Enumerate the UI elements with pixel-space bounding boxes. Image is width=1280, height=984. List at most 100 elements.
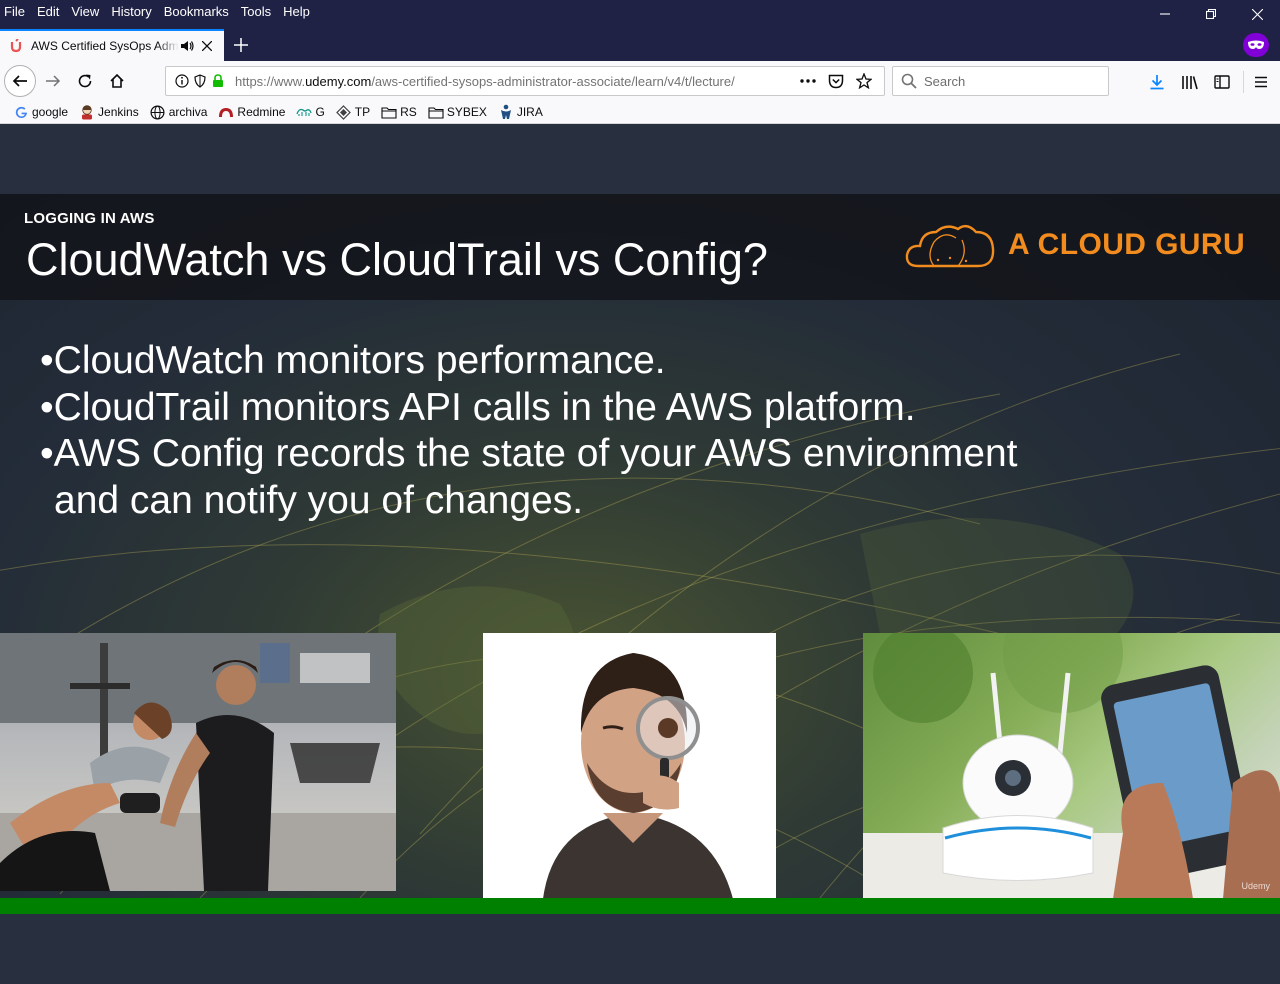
tracking-shield-icon[interactable] — [193, 74, 207, 88]
toolbar-separator — [1243, 71, 1244, 93]
bullet-config-continuation: and can notify you of changes. — [54, 478, 584, 522]
bookmark-label: RS — [400, 105, 417, 119]
slide-title: CloudWatch vs CloudTrail vs Config? — [26, 234, 768, 285]
search-icon — [901, 73, 917, 89]
bookmark-redmine[interactable]: Redmine — [218, 104, 285, 120]
arrow-right-icon — [46, 75, 61, 87]
gradle-icon — [296, 104, 313, 120]
restore-button[interactable] — [1188, 0, 1234, 28]
bookmark-sybex[interactable]: SYBEX — [428, 104, 487, 120]
magnifying-glass-man-photo — [483, 633, 776, 898]
udemy-favicon-icon — [9, 38, 25, 54]
menu-tools[interactable]: Tools — [241, 4, 271, 19]
back-button[interactable] — [4, 65, 36, 97]
home-button[interactable] — [102, 66, 132, 96]
video-player[interactable]: LOGGING IN AWS CloudWatch vs CloudTrail … — [0, 124, 1280, 984]
window-controls — [1142, 0, 1280, 28]
private-browsing-mask-icon — [1243, 33, 1269, 57]
bookmark-g[interactable]: G — [296, 104, 325, 120]
library-icon — [1182, 76, 1198, 90]
home-icon — [110, 73, 124, 88]
sidebar-icon — [1214, 75, 1230, 89]
pocket-icon[interactable] — [822, 74, 850, 89]
jira-icon — [498, 104, 514, 120]
url-domain: udemy.com — [305, 73, 372, 89]
library-button[interactable] — [1178, 70, 1202, 94]
bookmark-label: JIRA — [516, 105, 543, 119]
reload-icon — [78, 74, 92, 88]
tab-active[interactable]: AWS Certified SysOps Administrator - Ass… — [0, 29, 224, 61]
restore-icon — [1206, 9, 1216, 19]
bookmark-label: Jenkins — [98, 105, 139, 119]
new-tab-button[interactable] — [229, 33, 253, 57]
navigation-toolbar: https://www.udemy.com/aws-certified-syso… — [0, 61, 1280, 101]
bookmark-jenkins[interactable]: Jenkins — [79, 104, 139, 120]
hamburger-menu-icon — [1255, 76, 1267, 88]
menu-history[interactable]: History — [111, 4, 151, 19]
url-actions — [794, 67, 878, 95]
menu-bookmarks[interactable]: Bookmarks — [164, 4, 229, 19]
bookmark-star-icon[interactable] — [850, 73, 878, 89]
bullet-cloudtrail: •CloudTrail monitors API calls in the AW… — [40, 385, 916, 429]
speaker-icon[interactable] — [179, 38, 195, 54]
cloud-logo-icon — [905, 224, 995, 268]
slide-header: LOGGING IN AWS CloudWatch vs CloudTrail … — [0, 194, 1280, 300]
open-menu-button[interactable] — [1249, 70, 1273, 94]
google-icon — [13, 104, 29, 120]
bookmark-label: Redmine — [237, 105, 286, 119]
downloads-button[interactable] — [1145, 70, 1169, 94]
page-actions-icon[interactable] — [794, 79, 822, 83]
info-icon[interactable] — [175, 74, 189, 88]
forward-button[interactable] — [38, 66, 68, 96]
bookmark-label: archiva — [168, 105, 208, 119]
menu-view[interactable]: View — [71, 4, 99, 19]
url-security-icons — [175, 74, 229, 88]
minimize-button[interactable] — [1142, 0, 1188, 28]
bookmark-tp[interactable]: TP — [336, 104, 370, 120]
menu-edit[interactable]: Edit — [37, 4, 59, 19]
slide-footer-bar — [0, 898, 1280, 914]
arrow-left-icon — [12, 75, 27, 87]
acloudguru-logo: A CLOUD GURU — [904, 220, 1245, 270]
folder-icon — [428, 104, 444, 120]
bookmark-label: google — [32, 105, 69, 119]
plus-icon — [234, 38, 248, 52]
search-placeholder: Search — [924, 73, 966, 89]
targetprocess-icon — [336, 104, 352, 120]
url-text[interactable]: https://www.udemy.com/aws-certified-syso… — [235, 74, 763, 89]
menu-bar: File Edit View History Bookmarks Tools H… — [0, 0, 322, 22]
tab-close-icon[interactable] — [199, 38, 215, 54]
close-window-button[interactable] — [1234, 0, 1280, 28]
bookmark-rs[interactable]: RS — [381, 104, 417, 120]
bookmarks-toolbar: google Jenkins archiva Redmine G TP RS S… — [0, 101, 1280, 124]
menu-file[interactable]: File — [4, 4, 25, 19]
bookmark-label: SYBEX — [446, 105, 487, 119]
url-bar[interactable]: https://www.udemy.com/aws-certified-syso… — [165, 66, 885, 96]
bullet-cloudwatch: •CloudWatch monitors performance. — [40, 339, 666, 382]
menu-help[interactable]: Help — [283, 4, 310, 19]
lock-icon[interactable] — [211, 74, 225, 88]
window-titlebar: File Edit View History Bookmarks Tools H… — [0, 0, 1280, 61]
url-prefix: https://www. — [235, 73, 306, 89]
download-icon — [1150, 75, 1164, 90]
bookmark-archiva[interactable]: archiva — [150, 104, 208, 120]
sidebar-button[interactable] — [1210, 70, 1234, 94]
globe-icon — [150, 104, 166, 120]
udemy-watermark: Udemy — [1241, 881, 1270, 891]
gym-trainer-photo — [0, 633, 396, 891]
close-icon — [1251, 8, 1263, 20]
bookmark-google[interactable]: google — [13, 104, 68, 120]
slide-bullets: •CloudWatch monitors performance. •Cloud… — [40, 338, 1018, 524]
bookmark-jira[interactable]: JIRA — [498, 104, 543, 120]
minimize-icon — [1160, 13, 1170, 15]
search-bar[interactable]: Search — [892, 66, 1109, 96]
bullet-config: •AWS Config records the state of your AW… — [40, 432, 1018, 475]
security-camera-photo: Udemy — [863, 633, 1280, 898]
bookmark-label: G — [315, 105, 325, 119]
redmine-icon — [218, 104, 234, 120]
lecture-slide: LOGGING IN AWS CloudWatch vs CloudTrail … — [0, 194, 1280, 898]
reload-button[interactable] — [70, 66, 100, 96]
folder-icon — [381, 104, 397, 120]
url-path: /aws-certified-sysops-administrator-asso… — [371, 73, 735, 89]
bookmark-label: TP — [354, 105, 371, 119]
